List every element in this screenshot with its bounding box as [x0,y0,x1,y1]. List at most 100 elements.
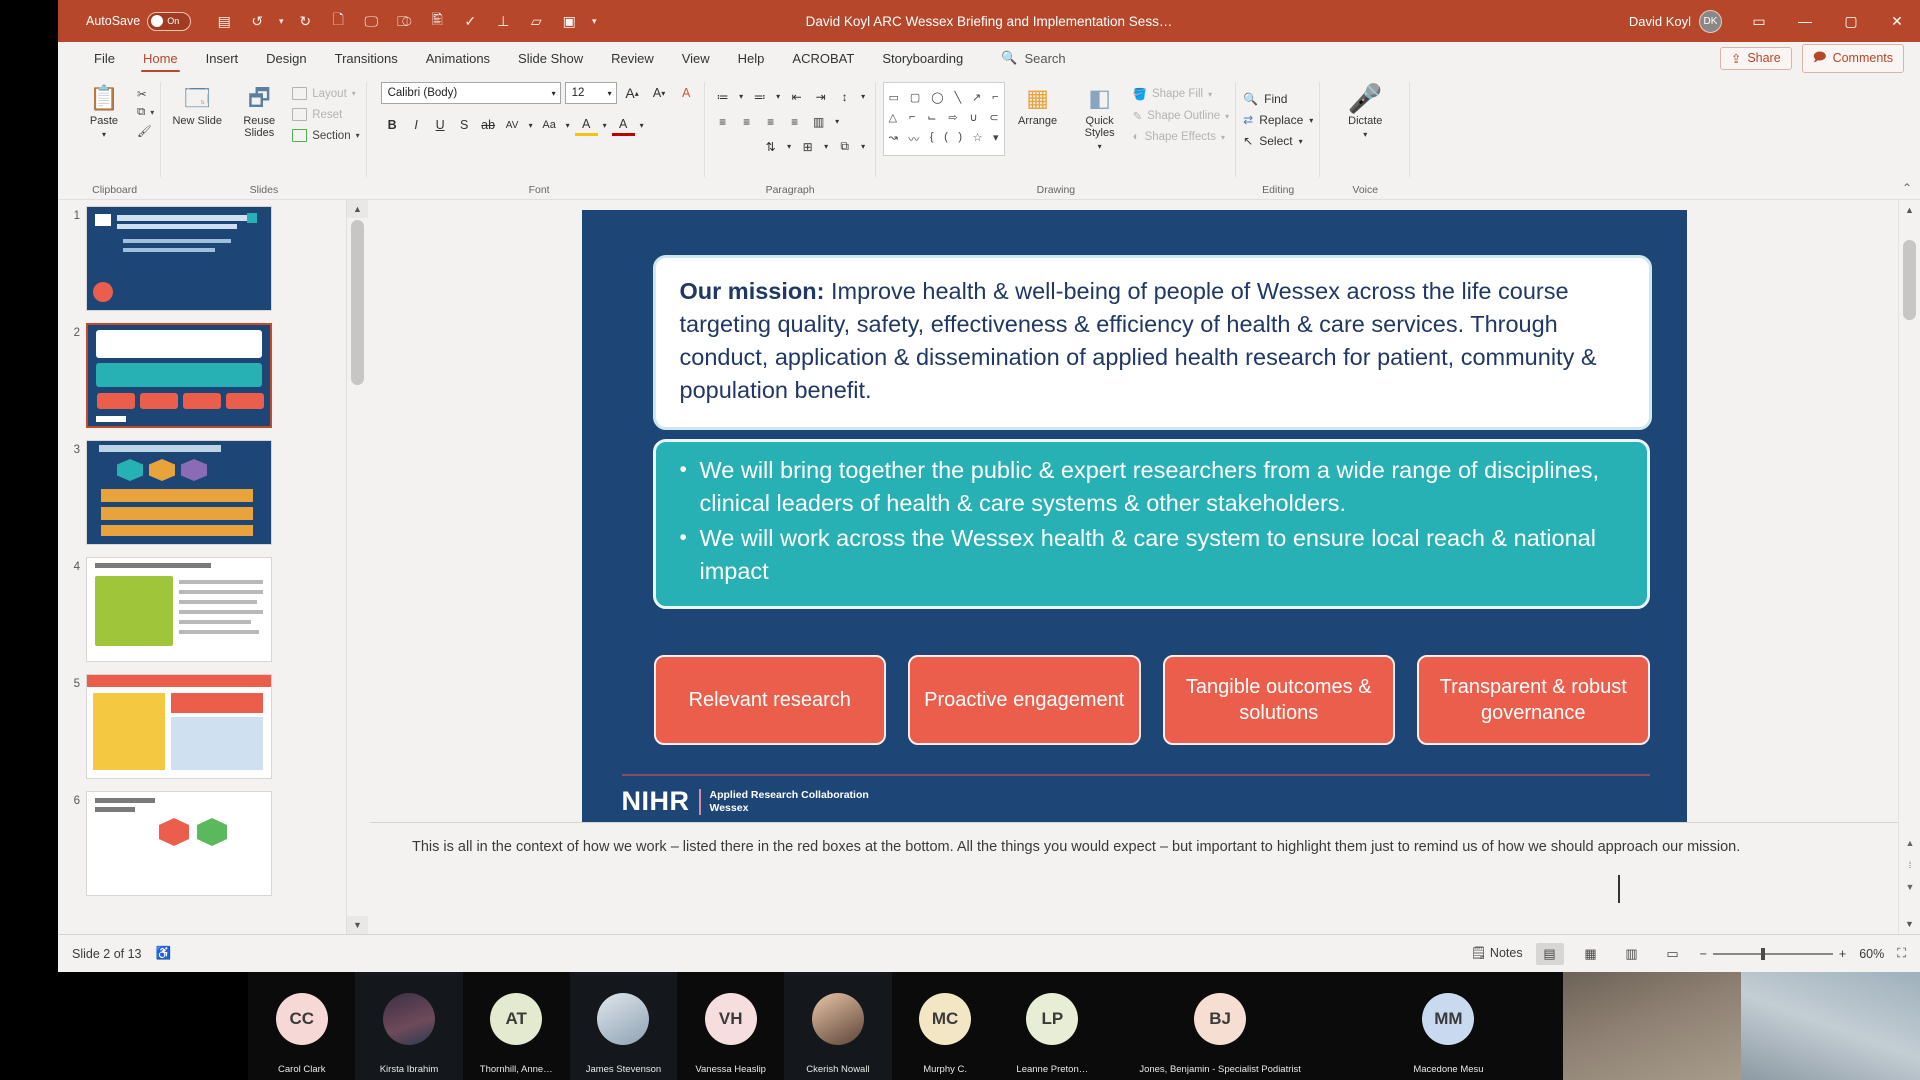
aims-textbox[interactable]: We will bring together the public & expe… [652,439,1650,609]
thumbnail-preview[interactable] [86,674,272,779]
tab-slide-show[interactable]: Slide Show [504,42,597,74]
shape-block-arrow-icon[interactable]: ⇨ [948,111,957,124]
shape-brace-icon[interactable]: { [930,131,934,147]
participant-tile-8[interactable]: LP Leanne Preton… [998,972,1106,1080]
shape-effects-button[interactable]: ◐ Shape Effects ▾ [1133,131,1230,143]
thumbnail-scroll-thumb[interactable] [351,220,364,385]
paste-button[interactable]: 📋 Paste ▾ [75,82,133,140]
scroll-down-icon[interactable]: ▼ [1899,914,1920,934]
increase-indent-button[interactable]: ⇥ [810,86,832,107]
find-button[interactable]: 🔍 Find [1243,92,1313,106]
strikethrough-button[interactable]: ab [477,114,500,136]
thumbnail-scroll-up-icon[interactable]: ▲ [347,200,368,218]
tab-insert[interactable]: Insert [192,42,253,74]
participant-tile-1[interactable]: CC Carol Clark [248,972,356,1080]
section-button[interactable]: Section ▾ [292,129,360,142]
record-icon[interactable]: ▣ [554,7,584,35]
shape-paren-icon[interactable]: ( [944,131,948,147]
shape-outline-button[interactable]: ✎ Shape Outline ▾ [1133,109,1230,123]
autosave-toggle[interactable]: AutoSave On [86,11,192,31]
tab-help[interactable]: Help [724,42,779,74]
font-color-dropdown-icon[interactable]: ▾ [636,114,648,136]
numbering-dropdown-icon[interactable]: ▾ [773,86,784,107]
align-right-button[interactable]: ≡ [760,111,782,132]
replace-button[interactable]: ⇄ Replace ▾ [1243,113,1313,127]
fit-slide-icon[interactable]: ⛶ [1897,946,1906,961]
shapes-more-icon[interactable]: ▾ [993,131,999,147]
participant-tile-4[interactable]: James Stevenson [569,972,678,1080]
shape-connector-icon[interactable]: ⌐ [992,91,998,104]
tab-design[interactable]: Design [252,42,320,74]
shape-wave-icon[interactable]: 〰 [908,131,919,147]
principle-proactive-engagement[interactable]: Proactive engagement [908,655,1141,745]
from-beginning-icon[interactable]: ▱ [521,7,551,35]
bullets-dropdown-icon[interactable]: ▾ [736,86,747,107]
font-color-button[interactable]: A [611,114,635,136]
slide-canvas[interactable]: Our mission: Improve health & well-being… [370,200,1898,856]
slide-sorter-icon[interactable]: ▦ [1577,943,1605,965]
shape-oval-icon[interactable]: ◯ [931,91,943,104]
tab-review[interactable]: Review [597,42,668,74]
character-spacing-button[interactable]: AV [501,114,524,136]
zoom-level[interactable]: 60% [1859,947,1884,961]
shape-arrow-icon[interactable]: ↗ [972,91,981,104]
grow-font-button[interactable]: A ▴ [621,82,644,104]
copy-button[interactable]: ⧉ ▾ [137,106,154,119]
undo-icon[interactable]: ↺ [242,7,272,35]
presenter-view-icon[interactable]: ⊥ [488,7,518,35]
normal-view-icon[interactable]: ▤ [1535,942,1564,965]
format-painter-button[interactable]: 🖌 [137,124,154,138]
active-speaker-video-2[interactable] [1741,972,1920,1080]
convert-smartart-button[interactable]: ⧉ [834,136,856,157]
account-chip[interactable]: David Koyl DK [1629,9,1722,33]
thumbnail-preview[interactable] [86,557,272,662]
participant-tile-5[interactable]: VH Vanessa Heaslip [677,972,785,1080]
slide-thumbnail-4[interactable]: 4 [66,557,338,662]
quick-styles-dropdown-icon[interactable]: ▾ [1098,142,1102,151]
underline-button[interactable]: U [429,114,452,136]
text-highlight-button[interactable]: A [574,114,598,136]
undo-dropdown-icon[interactable]: ▾ [275,7,287,35]
zoom-slider[interactable]: − + [1700,947,1847,961]
principle-tangible-outcomes[interactable]: Tangible outcomes & solutions [1162,655,1395,745]
decrease-indent-button[interactable]: ⇤ [786,86,808,107]
slideshow-icon[interactable]: ▭ [1659,943,1687,965]
reset-button[interactable]: Reset [292,108,359,121]
smartart-dropdown-icon[interactable]: ▾ [858,136,869,157]
align-text-dropdown-icon[interactable]: ▾ [821,136,832,157]
accessibility-icon[interactable]: ♿ [156,946,172,961]
principle-transparent-governance[interactable]: Transparent & robust governance [1417,655,1650,745]
shapes-gallery[interactable]: ▭ ▢ ◯ ╲ ↗ ⌐ △ ⌐ ⌙ ⇨ ∪ ⊂ ↝ 〰 {() ☆ ▾ [882,82,1005,156]
tab-transitions[interactable]: Transitions [321,42,412,74]
notes-pane[interactable]: This is all in the context of how we wor… [370,822,1898,934]
font-size-select[interactable]: 12 ▾ [564,82,617,104]
tab-acrobat[interactable]: ACROBAT [778,42,868,74]
shape-star-icon[interactable]: ☆ [973,131,983,147]
shape-fill-button[interactable]: 🪣 Shape Fill ▾ [1133,87,1230,101]
participant-tile-7[interactable]: MC Murphy C. [891,972,999,1080]
quick-styles-button[interactable]: ◧ Quick Styles ▾ [1071,82,1129,152]
change-case-dropdown-icon[interactable]: ▾ [562,114,574,136]
shape-triangle-icon[interactable]: △ [889,111,897,124]
shape-bracket-icon[interactable]: ) [958,131,962,147]
shape-rect-icon[interactable]: ▭ [889,91,899,104]
layout-button[interactable]: Layout ▾ [292,87,359,100]
text-shadow-button[interactable]: S [453,114,476,136]
character-spacing-dropdown-icon[interactable]: ▾ [525,114,537,136]
print-preview-icon[interactable]: 🖺 [422,7,452,35]
thumbnail-preview[interactable] [86,440,272,545]
line-spacing-dropdown-icon[interactable]: ▾ [858,86,869,107]
clear-formatting-button[interactable]: A [675,82,698,104]
shape-curve-icon[interactable]: ↝ [889,131,898,147]
text-direction-button[interactable]: ⇅ [760,136,782,157]
zoom-out-button[interactable]: − [1700,947,1707,961]
next-slide-icon[interactable]: ▼ [1904,882,1916,892]
cut-button[interactable]: ✂ [137,87,154,101]
participant-tile-3[interactable]: AT Thornhill, Anne… [462,972,570,1080]
collapse-ribbon-icon[interactable]: ⌃ [1902,181,1912,195]
redo-icon[interactable]: ↻ [290,7,320,35]
tab-storyboarding[interactable]: Storyboarding [868,42,977,74]
new-slide-icon[interactable]: 🗋 [323,7,353,35]
shape-line-icon[interactable]: ╲ [954,91,961,104]
tab-file[interactable]: File [80,42,129,74]
